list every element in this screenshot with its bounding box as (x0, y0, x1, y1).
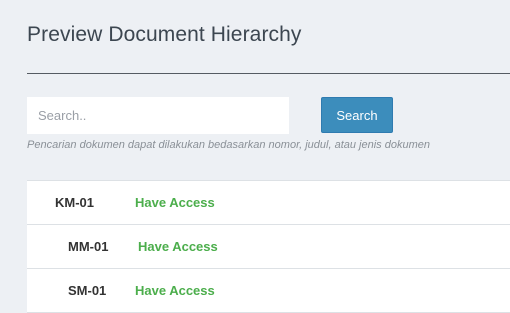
document-row-sm-01[interactable]: SM-01 Have Access (27, 269, 510, 313)
document-list: KM-01 Have Access MM-01 Have Access SM-0… (27, 180, 510, 313)
document-row-km-01[interactable]: KM-01 Have Access (27, 181, 510, 225)
document-code: MM-01 (68, 239, 109, 254)
document-row-mm-01[interactable]: MM-01 Have Access (27, 225, 510, 269)
search-input[interactable] (27, 97, 289, 134)
search-button[interactable]: Search (321, 97, 393, 133)
document-code: KM-01 (55, 195, 95, 210)
access-status[interactable]: Have Access (135, 283, 215, 298)
title-divider (27, 73, 510, 74)
access-status[interactable]: Have Access (138, 239, 218, 254)
page-title: Preview Document Hierarchy (27, 23, 302, 46)
search-helper-text: Pencarian dokumen dapat dilakukan bedasa… (27, 139, 430, 151)
document-code: SM-01 (68, 283, 107, 298)
access-status[interactable]: Have Access (135, 195, 215, 210)
